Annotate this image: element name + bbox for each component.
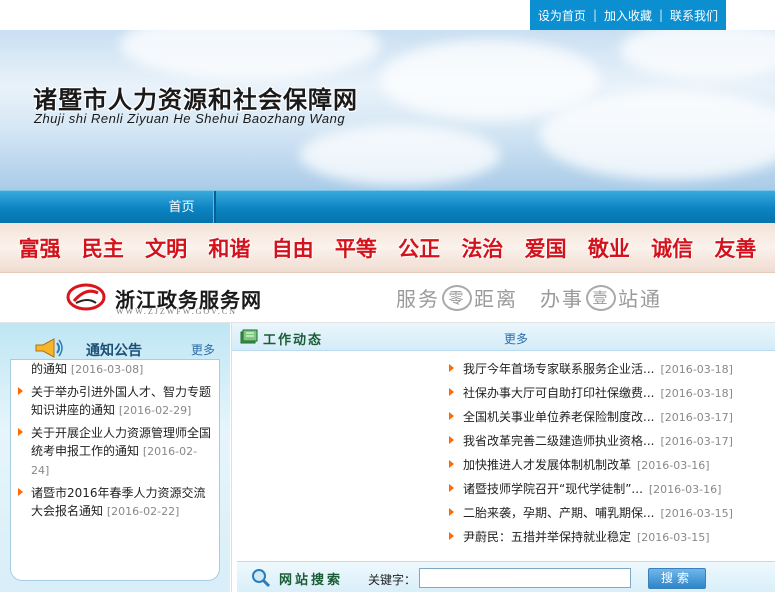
notice-title: 通知公告	[86, 343, 142, 359]
notice-more-link[interactable]: 更多	[191, 341, 215, 358]
notice-header: 通知公告 更多	[0, 323, 230, 363]
core-value: 富强	[18, 236, 61, 261]
news-item-date: [2016-03-18]	[660, 363, 733, 376]
news-item[interactable]: 尹蔚民：五措并举保持就业稳定 [2016-03-15]	[447, 525, 772, 549]
news-item-text: 全国机关事业单位养老保险制度改...	[463, 410, 655, 424]
separator: |	[592, 8, 597, 22]
site-search-bar: 网站搜索 关键字： 搜索	[237, 561, 775, 592]
news-title: 工作动态	[263, 333, 324, 348]
news-item[interactable]: 社保办事大厅可自助打印社保缴费... [2016-03-18]	[447, 381, 772, 405]
core-value: 爱国	[524, 236, 567, 261]
notice-item[interactable]: 诸暨市2016年春季人力资源交流大会报名通知 [2016-02-22]	[13, 484, 217, 521]
search-keyword-label: 关键字：	[368, 573, 417, 587]
contact-us-link[interactable]: 联系我们	[670, 7, 718, 24]
news-item-text: 我省改革完善二级建造师执业资格...	[463, 434, 655, 448]
core-value: 诚信	[651, 236, 694, 261]
notice-list-box: 关于开展诸暨市技能人才调查工作的通知 [2016-03-08] 关于举办引进外国…	[10, 359, 220, 581]
notice-item-date: [2016-02-29]	[118, 404, 192, 417]
news-list: 我厅今年首场专家联系服务企业活... [2016-03-18] 社保办事大厅可自助…	[447, 357, 772, 549]
news-item-date: [2016-03-17]	[660, 411, 733, 424]
news-item-text: 社保办事大厅可自助打印社保缴费...	[463, 386, 655, 400]
core-value: 民主	[81, 236, 124, 261]
core-value: 敬业	[587, 236, 630, 261]
set-homepage-link[interactable]: 设为首页	[538, 7, 586, 24]
separator: |	[659, 8, 664, 22]
search-input[interactable]	[419, 568, 631, 588]
news-item-date: [2016-03-17]	[660, 435, 733, 448]
site-banner: 诸暨市人力资源和社会保障网 Zhuji shi Renli Ziyuan He …	[0, 30, 775, 190]
core-value: 文明	[145, 236, 188, 261]
news-item-text: 诸暨技师学院召开“现代学徒制”...	[463, 482, 643, 496]
news-item-text: 二胎来袭，孕期、产期、哺乳期保...	[463, 506, 655, 520]
notice-item[interactable]: 关于举办引进外国人才、智力专题知识讲座的通知 [2016-02-29]	[13, 383, 217, 420]
news-item-date: [2016-03-16]	[648, 483, 722, 496]
notice-item-date: [2016-03-08]	[70, 363, 144, 376]
speaker-icon	[35, 338, 63, 358]
news-item[interactable]: 二胎来袭，孕期、产期、哺乳期保... [2016-03-15]	[447, 501, 772, 525]
news-item[interactable]: 全国机关事业单位养老保险制度改... [2016-03-17]	[447, 405, 772, 429]
zjzwfw-slogan: 服务 零 距离 办事 壹 站通	[396, 283, 662, 312]
nav-item-home[interactable]: 首页	[150, 191, 214, 224]
core-value: 法治	[461, 236, 504, 261]
core-value: 公正	[398, 236, 441, 261]
top-bar: 设为首页 | 加入收藏 | 联系我们	[0, 0, 775, 30]
add-favorite-link[interactable]: 加入收藏	[604, 7, 652, 24]
core-value: 友善	[714, 236, 757, 261]
slogan-text: 办事	[540, 287, 584, 311]
book-icon	[240, 329, 258, 344]
main-nav: 首页	[0, 190, 775, 224]
zjzwfw-logo-icon	[66, 283, 106, 311]
top-links: 设为首页 | 加入收藏 | 联系我们	[530, 0, 726, 30]
news-item-text: 我厅今年首场专家联系服务企业活...	[463, 362, 655, 376]
search-button[interactable]: 搜索	[648, 568, 706, 589]
notice-panel: 通知公告 更多 关于开展诸暨市技能人才调查工作的通知 [2016-03-08] …	[0, 323, 230, 592]
slogan-text: 服务	[396, 287, 440, 311]
zjzwfw-url: WWW.ZJZWFW.GOV.CN	[116, 307, 238, 316]
notice-list: 关于开展诸暨市技能人才调查工作的通知 [2016-03-08] 关于举办引进外国…	[13, 360, 217, 525]
search-title: 网站搜索	[279, 573, 344, 588]
site-subtitle: Zhuji shi Renli Ziyuan He Shehui Baozhan…	[34, 111, 346, 126]
search-magnifier-icon	[252, 569, 271, 588]
news-panel: 工作动态 更多 我厅今年首场专家联系服务企业活... [2016-03-18] 社…	[231, 323, 775, 592]
news-item[interactable]: 我省改革完善二级建造师执业资格... [2016-03-17]	[447, 429, 772, 453]
news-more-link[interactable]: 更多	[504, 330, 528, 347]
news-item-date: [2016-03-15]	[637, 531, 710, 544]
slogan-circle: 壹	[586, 284, 616, 311]
notice-item[interactable]: 关于开展企业人力资源管理师全国统考申报工作的通知 [2016-02-24]	[13, 424, 217, 480]
notice-item-date: [2016-02-22]	[106, 505, 180, 518]
core-value: 和谐	[208, 236, 251, 261]
news-item-date: [2016-03-18]	[660, 387, 733, 400]
news-item-text: 加快推进人才发展体制机制改革	[463, 458, 632, 472]
news-header: 工作动态 更多	[232, 323, 775, 351]
core-value: 平等	[334, 236, 377, 261]
site-title: 诸暨市人力资源和社会保障网	[33, 85, 358, 114]
notice-item[interactable]: 关于开展诸暨市技能人才调查工作的通知 [2016-03-08]	[13, 360, 217, 379]
slogan-text: 站通	[618, 287, 662, 311]
slogan-text: 距离	[474, 287, 518, 311]
zjzwfw-banner[interactable]: 浙江政务服务网 WWW.ZJZWFW.GOV.CN 服务 零 距离 办事 壹 站…	[0, 273, 775, 323]
news-item-date: [2016-03-16]	[637, 459, 710, 472]
news-item[interactable]: 加快推进人才发展体制机制改革 [2016-03-16]	[447, 453, 772, 477]
core-values-banner: 富强 民主 文明 和谐 自由 平等 公正 法治 爱国 敬业 诚信 友善	[0, 223, 775, 273]
core-value: 自由	[271, 236, 314, 261]
nav-divider	[214, 191, 216, 224]
slogan-circle: 零	[442, 284, 472, 311]
news-item[interactable]: 我厅今年首场专家联系服务企业活... [2016-03-18]	[447, 357, 772, 381]
news-item-date: [2016-03-15]	[660, 507, 733, 520]
news-item-text: 尹蔚民：五措并举保持就业稳定	[463, 530, 632, 544]
news-item[interactable]: 诸暨技师学院召开“现代学徒制”... [2016-03-16]	[447, 477, 772, 501]
